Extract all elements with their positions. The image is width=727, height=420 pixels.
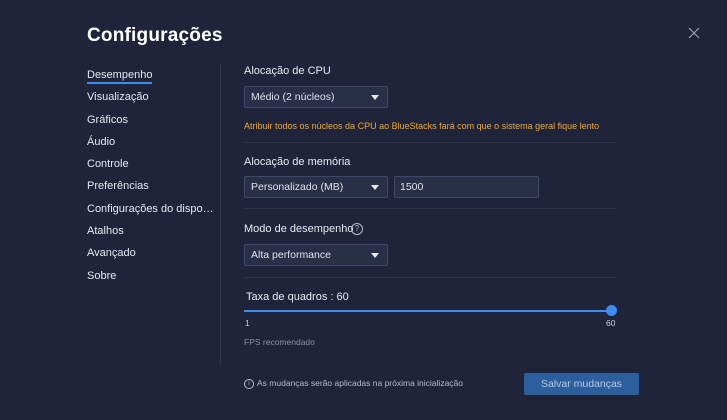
close-icon[interactable] (687, 26, 701, 40)
performance-select[interactable]: Alta performance (244, 244, 388, 266)
sidebar-item-label: Atalhos (87, 225, 124, 238)
sidebar-item-preferencias[interactable]: Preferências (87, 175, 219, 197)
memory-label: Alocação de memória (244, 156, 351, 168)
footer-note: i As mudanças serão aplicadas na próxima … (244, 378, 463, 389)
footer-note-text: As mudanças serão aplicadas na próxima i… (257, 378, 463, 388)
framerate-label: Taxa de quadros : 60 (246, 291, 349, 303)
info-icon: i (244, 378, 254, 389)
sidebar-item-label: Avançado (87, 247, 136, 260)
sidebar-item-controle[interactable]: Controle (87, 153, 219, 175)
memory-input[interactable] (394, 176, 539, 198)
sidebar-item-atalhos[interactable]: Atalhos (87, 220, 219, 242)
cpu-select[interactable]: Médio (2 núcleos) (244, 86, 388, 108)
sidebar-item-sobre[interactable]: Sobre (87, 265, 219, 287)
cpu-warning: Atribuir todos os núcleos da CPU ao Blue… (244, 121, 600, 131)
cpu-select-value: Médio (2 núcleos) (251, 91, 335, 103)
sidebar-item-graficos[interactable]: Gráficos (87, 109, 219, 131)
slider-max-label: 60 (606, 318, 616, 328)
sidebar-item-dispositivo[interactable]: Configurações do dispositivo (87, 198, 219, 220)
section-divider (244, 208, 616, 209)
sidebar-item-visualizacao[interactable]: Visualização (87, 86, 219, 108)
sidebar-item-label: Controle (87, 158, 129, 171)
performance-select-value: Alta performance (251, 249, 331, 261)
recommended-fps-label: FPS recomendado (244, 337, 315, 347)
memory-select-value: Personalizado (MB) (251, 181, 344, 193)
performance-label: Modo de desempenho (244, 223, 354, 235)
slider-min-label: 1 (245, 318, 250, 328)
sidebar-item-label: Visualização (87, 91, 149, 104)
framerate-slider-thumb[interactable] (606, 305, 617, 316)
section-divider (244, 142, 616, 143)
chevron-down-icon (371, 253, 379, 258)
sidebar-item-label: Desempenho (87, 69, 153, 84)
sidebar-item-label: Preferências (87, 180, 149, 193)
memory-select[interactable]: Personalizado (MB) (244, 176, 388, 198)
cpu-label: Alocação de CPU (244, 65, 331, 77)
sidebar-item-audio[interactable]: Áudio (87, 131, 219, 153)
help-icon[interactable]: ? (351, 223, 363, 235)
chevron-down-icon (371, 185, 379, 190)
page-title: Configurações (87, 25, 223, 46)
sidebar-item-avancado[interactable]: Avançado (87, 242, 219, 264)
section-divider (244, 277, 616, 278)
sidebar-divider (220, 64, 221, 364)
framerate-slider-track[interactable] (244, 310, 612, 312)
sidebar-item-label: Sobre (87, 269, 117, 282)
chevron-down-icon (371, 95, 379, 100)
save-button[interactable]: Salvar mudanças (524, 373, 639, 395)
sidebar-item-label: Áudio (87, 135, 116, 148)
sidebar-item-label: Configurações do dispositivo (87, 202, 219, 215)
sidebar-item-desempenho[interactable]: Desempenho (87, 64, 219, 86)
sidebar: Desempenho Visualização Gráficos Áudio C… (87, 64, 219, 287)
sidebar-item-label: Gráficos (87, 113, 128, 126)
